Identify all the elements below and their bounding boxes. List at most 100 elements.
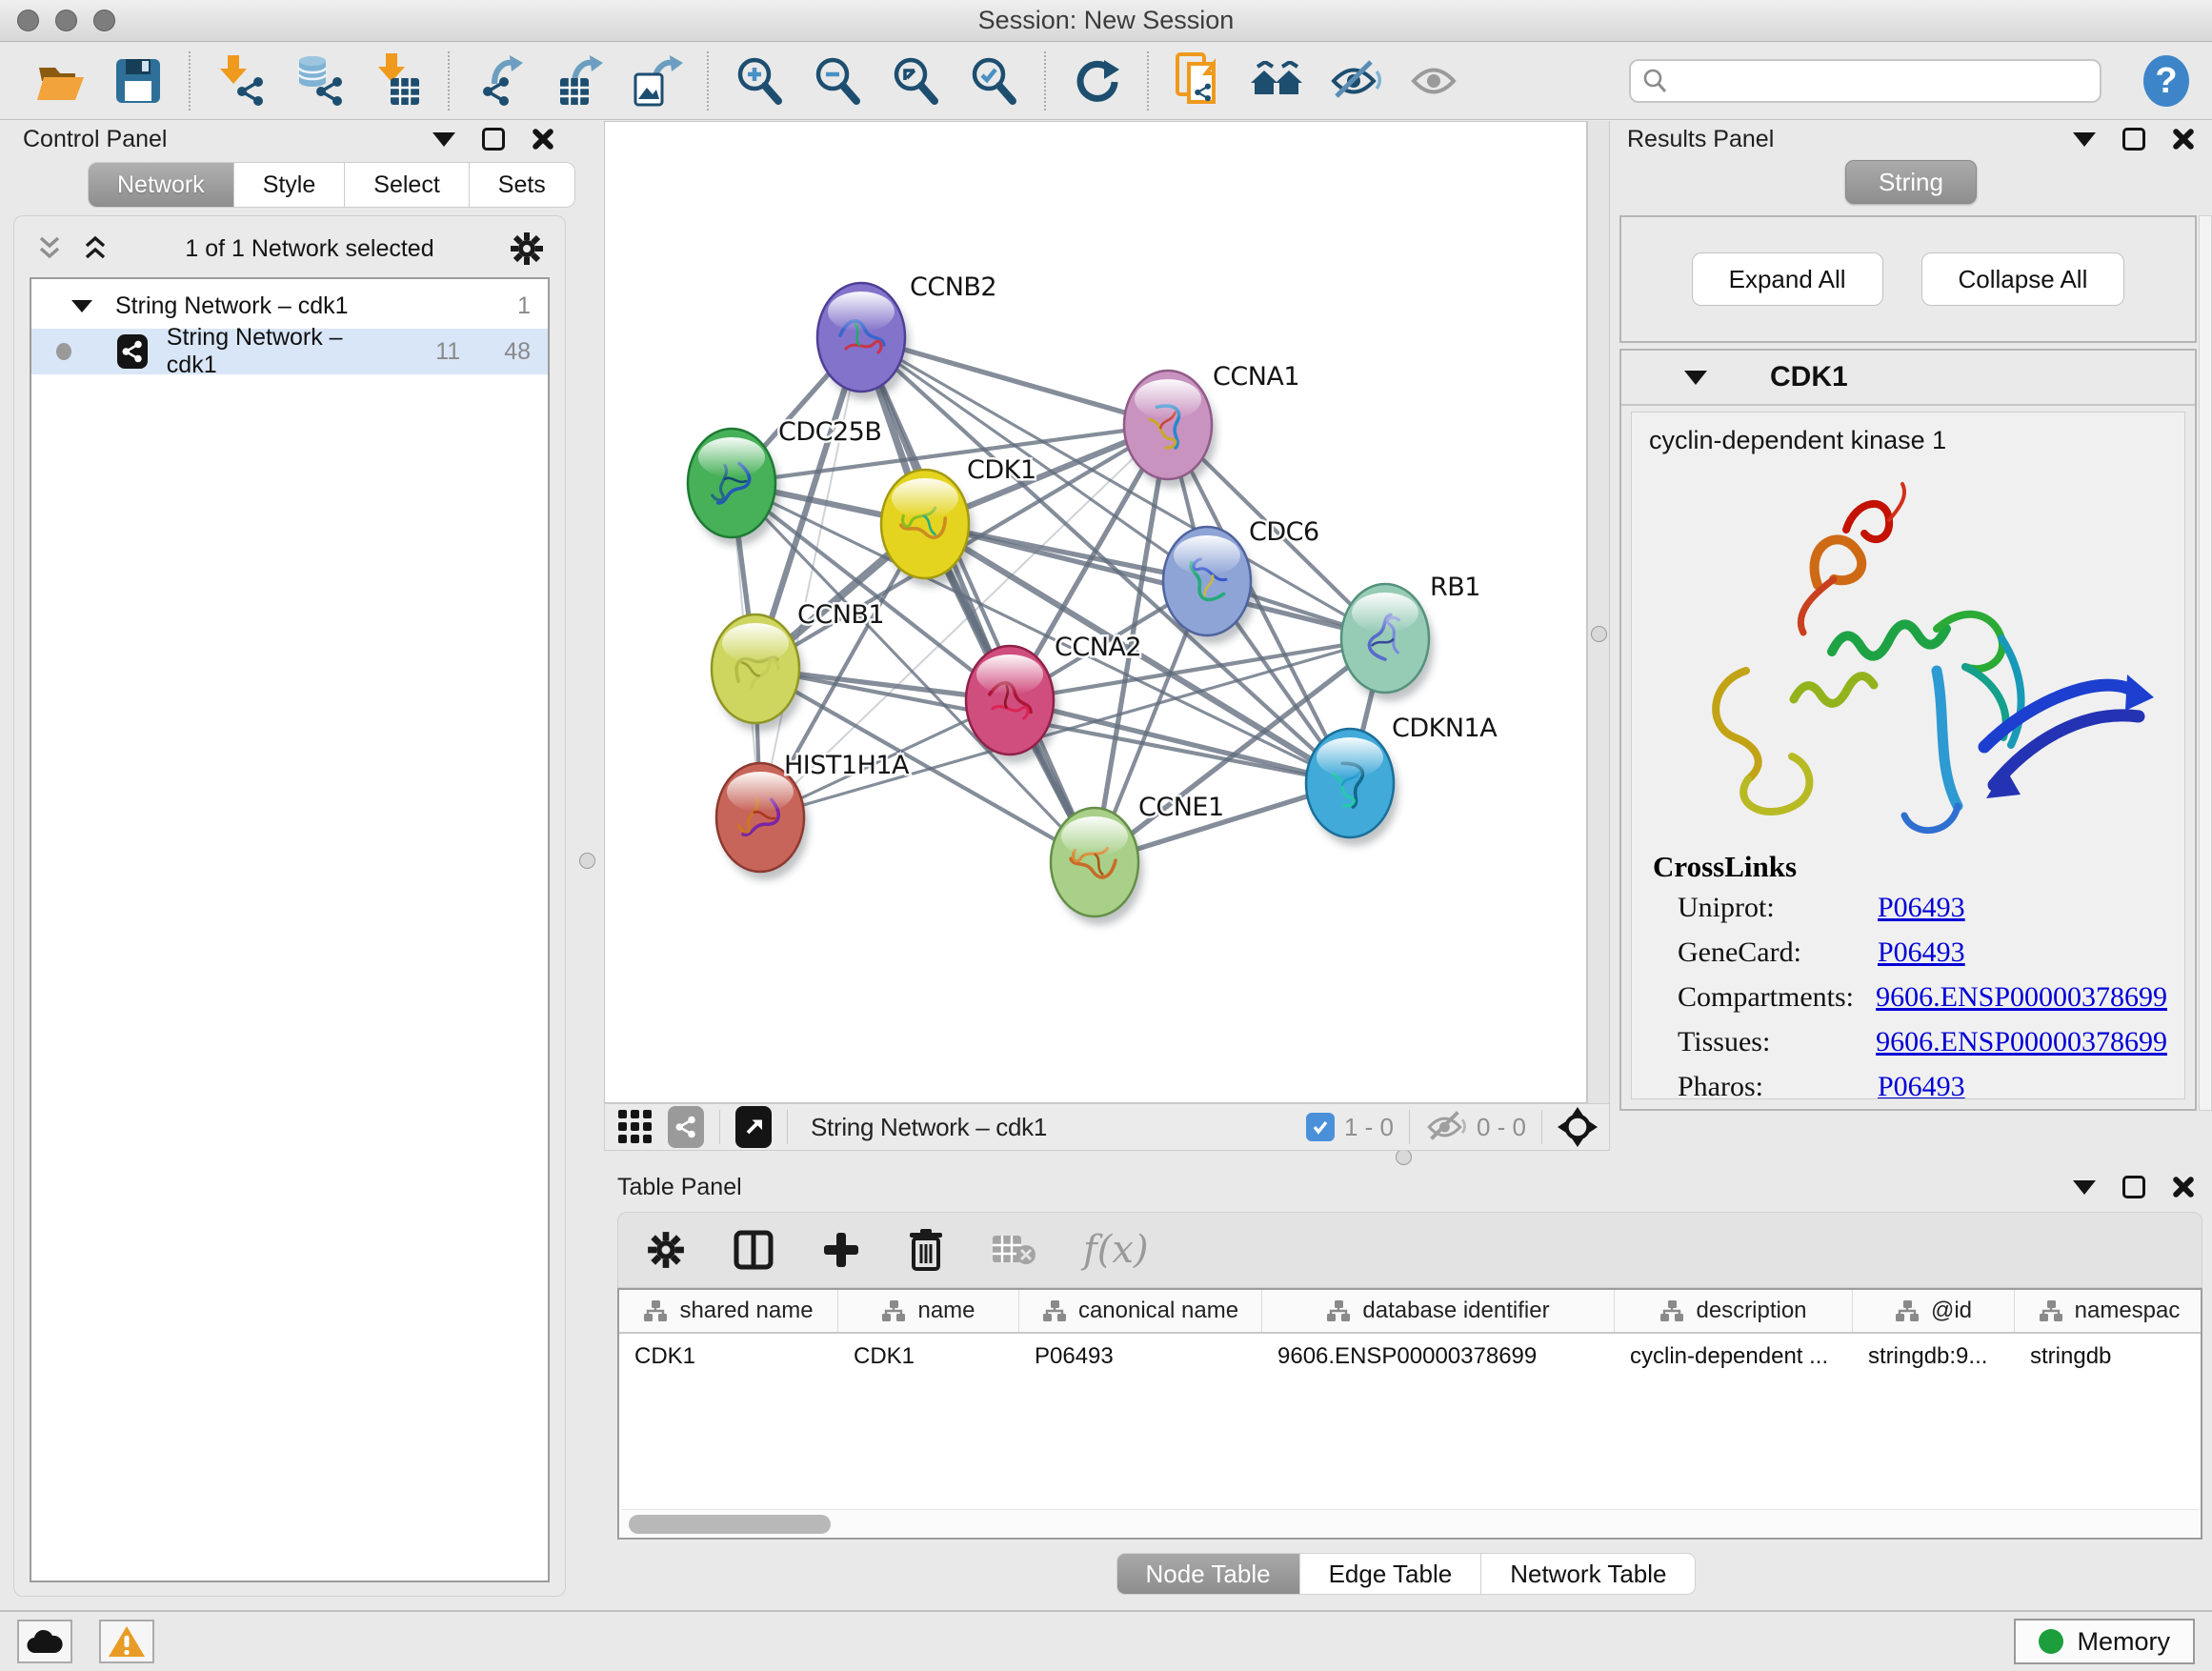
crosslink-link[interactable]: P06493 xyxy=(1878,892,1965,924)
help-icon[interactable]: ? xyxy=(2142,54,2191,108)
expand-all-button[interactable]: Expand All xyxy=(1692,252,1883,306)
table-hscroll-thumb[interactable] xyxy=(629,1515,831,1534)
hide-selection-eye-icon[interactable] xyxy=(1328,51,1383,111)
collapse-all-chevron-icon[interactable] xyxy=(35,234,64,263)
table-cell[interactable]: CDK1 xyxy=(619,1334,838,1379)
delete-column-icon[interactable] xyxy=(908,1229,944,1271)
search-input[interactable] xyxy=(1677,68,2077,95)
tab-edge-table[interactable]: Edge Table xyxy=(1300,1553,1482,1595)
crosslink-link[interactable]: 9606.ENSP00000378699 xyxy=(1876,1026,2167,1058)
grid-view-icon[interactable] xyxy=(616,1108,654,1146)
panel-float-icon[interactable] xyxy=(2122,1176,2145,1198)
collapse-all-button[interactable]: Collapse All xyxy=(1921,252,2125,306)
expand-all-chevron-icon[interactable] xyxy=(81,234,110,263)
column-header-canonical-name[interactable]: canonical name xyxy=(1019,1290,1262,1332)
maximize-window-icon[interactable] xyxy=(93,10,115,31)
add-column-icon[interactable] xyxy=(822,1231,860,1269)
tab-string[interactable]: String xyxy=(1845,160,1977,204)
tab-node-table[interactable]: Node Table xyxy=(1116,1553,1300,1595)
function-builder-icon[interactable]: f(x) xyxy=(1083,1228,1149,1272)
node-CDK1[interactable] xyxy=(881,470,974,587)
network-collection-row[interactable]: String Network – cdk1 1 xyxy=(31,283,548,329)
network-graph[interactable]: CCNB2CCNA1CDC25BCDK1CDC6RB1CCNB1CCNA2CDK… xyxy=(605,122,1588,1104)
show-all-eye-icon[interactable] xyxy=(1406,51,1461,111)
node-CCNA1[interactable] xyxy=(1124,371,1217,488)
bottom-splitter-handle[interactable] xyxy=(1396,1149,1412,1165)
zoom-out-icon[interactable] xyxy=(810,51,865,111)
zoom-selected-icon[interactable] xyxy=(966,51,1021,111)
minimize-window-icon[interactable] xyxy=(55,10,77,31)
table-cell[interactable]: stringdb:9... xyxy=(1853,1334,2015,1379)
network-row-selected[interactable]: String Network – cdk1 11 48 xyxy=(31,329,548,374)
selected-checkbox-icon[interactable] xyxy=(1306,1113,1335,1141)
node-CCNB1[interactable] xyxy=(712,614,804,732)
edge-CCNB2-HIST1H1A[interactable] xyxy=(760,337,861,817)
panel-menu-icon[interactable] xyxy=(2073,132,2096,147)
close-window-icon[interactable] xyxy=(17,10,39,31)
split-columns-icon[interactable] xyxy=(733,1229,774,1271)
import-network-file-icon[interactable] xyxy=(213,51,269,111)
crosslink-link[interactable]: P06493 xyxy=(1878,1071,1965,1099)
node-CCNE1[interactable] xyxy=(1051,808,1143,925)
results-scrollbar[interactable] xyxy=(2199,215,2212,1111)
panel-close-icon[interactable] xyxy=(2172,128,2195,151)
collection-expand-icon[interactable] xyxy=(71,300,92,312)
panel-close-icon[interactable] xyxy=(2172,1176,2195,1198)
gene-expand-icon[interactable] xyxy=(1684,371,1707,385)
table-row[interactable]: CDK1CDK1P064939606.ENSP00000378699cyclin… xyxy=(619,1334,2201,1379)
edge-CCNB2-CCNE1[interactable] xyxy=(861,337,1095,862)
crosslink-link[interactable]: 9606.ENSP00000378699 xyxy=(1876,981,2167,1014)
tab-sets[interactable]: Sets xyxy=(470,162,575,208)
table-cell[interactable]: P06493 xyxy=(1019,1334,1262,1379)
warning-button[interactable] xyxy=(99,1620,154,1663)
import-network-database-icon[interactable] xyxy=(292,51,347,111)
tab-style[interactable]: Style xyxy=(234,162,346,208)
column-header-name[interactable]: name xyxy=(838,1290,1019,1332)
zoom-fit-icon[interactable] xyxy=(888,51,943,111)
node-HIST1H1A[interactable] xyxy=(716,763,809,880)
open-session-icon[interactable] xyxy=(32,51,88,111)
apply-layout-icon[interactable] xyxy=(1069,51,1124,111)
cloud-button[interactable] xyxy=(17,1620,72,1663)
delete-table-icon[interactable] xyxy=(992,1234,1036,1266)
table-options-gear-icon[interactable] xyxy=(647,1231,685,1269)
table-cell[interactable]: cyclin-dependent ... xyxy=(1615,1334,1853,1379)
table-cell[interactable]: 9606.ENSP00000378699 xyxy=(1262,1334,1615,1379)
share-view-icon[interactable] xyxy=(668,1106,704,1148)
table-cell[interactable]: stringdb xyxy=(2015,1334,2202,1379)
memory-button[interactable]: Memory xyxy=(2014,1619,2195,1664)
column-header-namespac[interactable]: namespac xyxy=(2015,1290,2202,1332)
column-header-shared-name[interactable]: shared name xyxy=(619,1290,838,1332)
zoom-in-icon[interactable] xyxy=(732,51,787,111)
save-session-icon[interactable] xyxy=(111,51,166,111)
node-CCNB2[interactable] xyxy=(817,283,910,400)
table-hscrollbar[interactable] xyxy=(621,1509,2199,1538)
hidden-eye-icon[interactable] xyxy=(1425,1111,1467,1143)
open-in-window-icon[interactable] xyxy=(735,1106,772,1148)
panel-float-icon[interactable] xyxy=(2122,128,2145,151)
export-table-icon[interactable] xyxy=(551,51,606,111)
node-RB1[interactable] xyxy=(1341,584,1434,701)
column-header--id[interactable]: @id xyxy=(1853,1290,2015,1332)
node-table[interactable]: shared namenamecanonical namedatabase id… xyxy=(617,1288,2202,1540)
first-neighbors-icon[interactable] xyxy=(1250,51,1305,111)
table-cell[interactable]: CDK1 xyxy=(838,1334,1019,1379)
crosslink-link[interactable]: P06493 xyxy=(1878,936,1965,969)
node-CDKN1A[interactable] xyxy=(1306,729,1398,846)
tab-network[interactable]: Network xyxy=(88,162,234,208)
panel-menu-icon[interactable] xyxy=(432,132,455,147)
column-header-description[interactable]: description xyxy=(1615,1290,1853,1332)
tab-select[interactable]: Select xyxy=(345,162,469,208)
panel-close-icon[interactable] xyxy=(532,128,554,151)
export-image-icon[interactable] xyxy=(629,51,684,111)
node-CCNA2[interactable] xyxy=(966,646,1058,763)
tab-network-table[interactable]: Network Table xyxy=(1481,1553,1696,1595)
right-splitter-handle[interactable] xyxy=(1591,626,1607,642)
export-network-icon[interactable] xyxy=(473,51,528,111)
copy-network-icon[interactable] xyxy=(1172,51,1227,111)
network-canvas[interactable]: CCNB2CCNA1CDC25BCDK1CDC6RB1CCNB1CCNA2CDK… xyxy=(604,121,1587,1103)
canvas-right-splitter[interactable] xyxy=(1587,121,1610,1103)
gene-card-header[interactable]: CDK1 xyxy=(1621,351,2195,406)
network-options-gear-icon[interactable] xyxy=(510,232,544,266)
column-header-database-identifier[interactable]: database identifier xyxy=(1262,1290,1615,1332)
